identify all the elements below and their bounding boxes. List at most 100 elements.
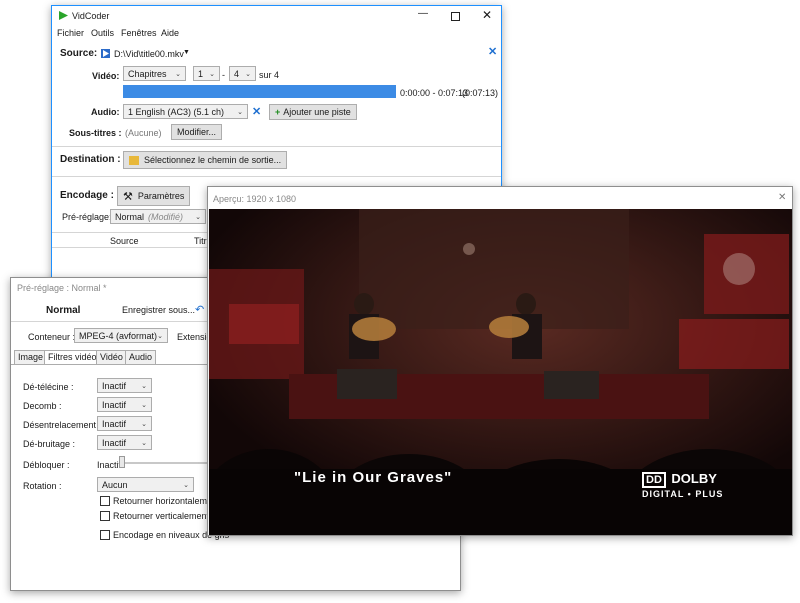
tab-image[interactable]: Image — [14, 350, 48, 365]
app-logo-icon — [58, 10, 69, 21]
preset-modified: (Modifié) — [148, 211, 184, 222]
menu-fenetres[interactable]: Fenêtres — [121, 28, 157, 38]
flip-horizontal-checkbox[interactable] — [100, 496, 110, 506]
filter-select-deinterlace[interactable]: Inactif ⌄ — [97, 416, 152, 431]
filter-label-denoise: Dé-bruitage : — [23, 439, 76, 449]
close-icon[interactable]: ✕ — [482, 8, 492, 22]
preset-window-title: Pré-réglage : Normal * — [17, 283, 107, 293]
tab-video-filters[interactable]: Filtres vidéo — [44, 350, 101, 365]
filter-value: Inactif — [102, 380, 127, 391]
chapter-end-value: 4 — [234, 68, 240, 79]
container-select[interactable]: MPEG-4 (avformat) ⌄ — [74, 328, 168, 343]
chevron-down-icon: ⌄ — [157, 332, 163, 340]
range-selection-bar[interactable] — [123, 85, 396, 98]
chapter-start-select[interactable]: 1 ⌄ — [193, 66, 220, 81]
flip-vertical-checkbox[interactable] — [100, 511, 110, 521]
menu-outils[interactable]: Outils — [91, 28, 114, 38]
container-value: MPEG-4 (avformat) — [79, 330, 158, 341]
source-label: Source: — [60, 48, 98, 59]
filter-label-detelecine: Dé-télécine : — [23, 382, 74, 392]
preview-title-bar: Aperçu: 1920 x 1080 ✕ — [208, 187, 792, 209]
filter-label-decomb: Decomb : — [23, 401, 62, 411]
chevron-down-icon: ⌄ — [175, 70, 181, 78]
flip-vertical-label: Retourner verticalement — [113, 511, 210, 521]
queue-col-source[interactable]: Source — [110, 236, 139, 246]
deblock-slider-thumb[interactable] — [119, 456, 125, 468]
chevron-down-icon: ⌄ — [141, 401, 147, 409]
chevron-down-icon: ⌄ — [183, 481, 189, 489]
encoding-label: Encodage : — [60, 190, 114, 201]
duration: (0:07:13) — [462, 88, 499, 98]
modify-label: Modifier... — [177, 127, 217, 137]
settings-button[interactable]: ⚒ Paramètres — [117, 186, 191, 206]
maximize-icon[interactable] — [451, 12, 460, 21]
minimize-icon[interactable]: — — [418, 8, 428, 19]
queue-col-title[interactable]: Titr — [194, 236, 207, 246]
preset-select[interactable]: Normal (Modifié) ⌄ — [110, 209, 206, 224]
preview-close-icon[interactable]: ✕ — [778, 192, 786, 203]
save-as-button[interactable]: Enregistrer sous... — [122, 305, 195, 315]
plus-icon: + — [275, 107, 281, 117]
window-title: VidCoder — [72, 11, 110, 21]
video-subtitle-text: "Lie in Our Graves" — [294, 469, 453, 486]
deblock-label: Débloquer : — [23, 460, 70, 470]
undo-icon[interactable]: ↶ — [195, 303, 204, 316]
add-track-button[interactable]: + Ajouter une piste — [269, 104, 357, 120]
video-label: Vidéo: — [92, 71, 120, 81]
audio-track-value: 1 English (AC3) (5.1 ch) — [128, 106, 225, 117]
chevron-down-icon: ⌄ — [141, 382, 147, 390]
chevron-down-icon: ⌄ — [195, 213, 201, 221]
preset-value: Normal — [115, 211, 145, 222]
preview-video-frame[interactable]: "Lie in Our Graves" DD DOLBY DIGITAL • P… — [209, 209, 792, 535]
deblock-value: Inactif — [97, 460, 122, 470]
modify-subtitles-button[interactable]: Modifier... — [171, 124, 223, 140]
chapter-total: sur 4 — [259, 70, 280, 80]
rotation-value: Aucun — [102, 479, 128, 490]
tools-icon: ⚒ — [123, 190, 133, 203]
chevron-down-icon: ⌄ — [141, 420, 147, 428]
preset-label: Pré-réglage: — [62, 212, 112, 222]
menu-fichier[interactable]: Fichier — [57, 28, 84, 38]
close-source-icon[interactable]: ✕ — [488, 45, 497, 58]
menu-aide[interactable]: Aide — [161, 28, 179, 38]
filter-value: Inactif — [102, 437, 127, 448]
destination-label: Destination : — [60, 154, 121, 165]
chevron-down-icon: ⌄ — [209, 70, 215, 78]
filter-value: Inactif — [102, 399, 127, 410]
filter-select-decomb[interactable]: Inactif ⌄ — [97, 397, 152, 412]
tab-audio[interactable]: Audio — [125, 350, 157, 365]
divider — [52, 176, 501, 177]
destination-button[interactable]: Sélectionnez le chemin de sortie... — [123, 151, 288, 169]
preset-name: Normal — [46, 305, 81, 316]
flip-horizontal-label: Retourner horizontalement — [113, 496, 220, 506]
audio-track-select[interactable]: 1 English (AC3) (5.1 ch) ⌄ — [123, 104, 248, 119]
remove-track-icon[interactable]: ✕ — [252, 105, 261, 118]
filter-label-deinterlace: Désentrelacement : — [23, 420, 102, 430]
folder-icon — [129, 155, 139, 165]
destination-button-label: Sélectionnez le chemin de sortie... — [144, 155, 282, 165]
tab-video[interactable]: Vidéo — [96, 350, 127, 365]
grayscale-checkbox[interactable] — [100, 530, 110, 540]
time-range: 0:00:00 - 0:07:13 — [400, 88, 469, 98]
preview-window: Aperçu: 1920 x 1080 ✕ "Lie in Our Graves… — [207, 186, 793, 536]
chapter-end-select[interactable]: 4 ⌄ — [229, 66, 256, 81]
subtitles-label: Sous-titres : — [69, 128, 122, 138]
source-play-icon — [101, 49, 110, 58]
chevron-down-icon: ⌄ — [237, 108, 243, 116]
source-path[interactable]: D:\Vid\title00.mkv — [114, 49, 184, 59]
preview-title: Aperçu: 1920 x 1080 — [213, 194, 297, 204]
range-track[interactable] — [123, 85, 396, 98]
range-type-select[interactable]: Chapitres ⌄ — [123, 66, 186, 81]
rotation-label: Rotation : — [23, 481, 62, 491]
menu-bar: Fichier Outils Fenêtres Aide — [52, 26, 501, 42]
rotation-select[interactable]: Aucun ⌄ — [97, 477, 194, 492]
chapter-start-value: 1 — [198, 68, 204, 79]
title-bar: VidCoder — ✕ — [52, 6, 501, 26]
filter-select-denoise[interactable]: Inactif ⌄ — [97, 435, 152, 450]
source-dropdown-icon[interactable]: ▼ — [183, 49, 190, 56]
chapter-dash: - — [222, 70, 225, 80]
filter-value: Inactif — [102, 418, 127, 429]
deblock-slider-track[interactable] — [119, 462, 209, 464]
settings-button-label: Paramètres — [137, 191, 185, 201]
filter-select-detelecine[interactable]: Inactif ⌄ — [97, 378, 152, 393]
